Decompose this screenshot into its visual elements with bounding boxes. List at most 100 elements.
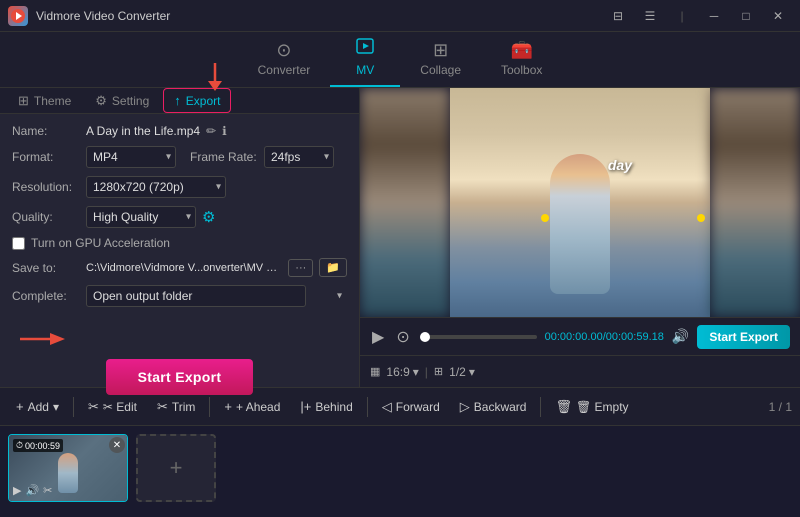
panel-tab-theme-label: Theme [34,94,71,108]
panel-tab-setting[interactable]: ⚙ Setting [85,89,159,113]
trim-label: Trim [172,400,196,414]
edit-label: ✂ Edit [103,400,137,414]
resolution-select[interactable]: 1280x720 (720p) [86,176,226,198]
empty-button[interactable]: 🗑 🗑 Empty [547,395,636,419]
trim-button[interactable]: ✂ Trim [149,395,203,419]
add-button[interactable]: + Add ▾ [8,395,67,418]
volume-icon[interactable]: 🔊 [672,328,689,345]
add-clip-icon: + [170,455,183,481]
path-folder-button[interactable]: 📁 [319,258,347,277]
tab-collage[interactable]: ⊞ Collage [400,36,481,87]
clip-time: ⏱ 00:00:59 [13,439,63,452]
panel-tab-export-label: Export [186,94,221,108]
separator-2 [209,397,210,417]
frame-rate-select[interactable]: 24fps [264,146,334,168]
zoom-button[interactable]: 1/2 ▾ [449,365,475,379]
red-arrow [205,63,225,93]
empty-label: 🗑 Empty [576,400,629,414]
ahead-label: + Ahead [236,400,280,414]
panel-tab-theme[interactable]: ⊞ Theme [8,89,81,113]
tab-toolbox[interactable]: 🧰 Toolbox [481,36,562,87]
name-row: Name: A Day in the Life.mp4 ✏ ℹ [12,124,347,138]
page-info: 1 / 1 [769,400,792,414]
resolution-label: Resolution: [12,180,80,194]
ahead-icon: + [224,399,232,414]
clip-vol-icon[interactable]: 🔊 [25,484,39,497]
theme-grid-icon: ⊞ [18,93,29,109]
clip-close-button[interactable]: ✕ [109,437,125,453]
collage-icon: ⊞ [433,40,448,61]
backward-button[interactable]: ▷ Backward [452,395,535,419]
separator-4 [540,397,541,417]
stop-button[interactable]: ⊙ [394,325,411,349]
clip-play-icon[interactable]: ▶ [13,484,21,497]
zoom-label: 1/2 [449,365,466,379]
tab-toolbox-label: Toolbox [501,63,542,77]
setting-gear-icon: ⚙ [95,93,107,109]
quality-row: Quality: High Quality ⚙ [12,206,347,228]
start-export-button[interactable]: Start Export [106,359,254,395]
resolution-select-wrap: 1280x720 (720p) [86,176,226,198]
add-clip-button[interactable]: + [136,434,216,502]
clock-icon: ⏱ [16,440,23,451]
menu-button[interactable]: ☰ [636,5,664,27]
behind-button[interactable]: |+ Behind [292,395,360,418]
forward-label: Forward [396,400,440,414]
right-arrow-icon [20,329,70,349]
progress-bar[interactable] [420,335,537,339]
mv-icon [355,36,375,61]
edit-scissors-icon: ✂ [88,399,99,415]
video-area: day [360,88,800,317]
ahead-button[interactable]: + + Ahead [216,395,288,418]
tab-collage-label: Collage [420,63,461,77]
backward-icon: ▷ [460,399,470,415]
save-path: C:\Vidmore\Vidmore V...onverter\MV Expor… [86,262,282,274]
timeline-clip: ⏱ 00:00:59 ✕ ▶ 🔊 ✂ [8,434,128,502]
separator-3 [367,397,368,417]
minimize-button[interactable]: ─ [700,5,728,27]
tab-mv-label: MV [356,63,374,77]
complete-select-wrap: Open output folder [86,285,347,307]
person-silhouette [550,154,610,294]
close-button[interactable]: ✕ [764,5,792,27]
info-icon[interactable]: ℹ [222,124,227,138]
complete-row: Complete: Open output folder [12,285,347,307]
path-more-button[interactable]: ··· [288,259,313,277]
zoom-icon: ⊞ [434,365,443,378]
trim-icon: ✂ [157,399,168,415]
zoom-chevron: ▾ [469,365,475,379]
tab-converter[interactable]: ⊙ Converter [238,36,331,87]
start-export-small-button[interactable]: Start Export [697,325,790,349]
name-edit-icon[interactable]: ✏ [206,124,216,138]
aspect-ratio-button[interactable]: 16:9 ▾ [386,365,418,379]
time-display: 00:00:00.00/00:00:59.18 [545,331,664,343]
ratio-controls: ▦ 16:9 ▾ | ⊞ 1/2 ▾ [360,355,800,387]
quality-select[interactable]: High Quality [86,206,196,228]
add-icon: + [16,399,24,414]
complete-select[interactable]: Open output folder [86,285,306,307]
tab-converter-label: Converter [258,63,311,77]
quality-label: Quality: [12,210,80,224]
quality-gear-icon[interactable]: ⚙ [202,208,215,226]
edit-button[interactable]: ✂ ✂ Edit [80,395,145,419]
maximize-button[interactable]: □ [732,5,760,27]
left-panel: ⊞ Theme ⚙ Setting ↑ Export [0,88,360,387]
play-button[interactable]: ▶ [370,325,386,349]
gpu-checkbox[interactable] [12,237,25,250]
clip-time-value: 00:00:59 [25,441,60,451]
save-row: Save to: C:\Vidmore\Vidmore V...onverter… [12,258,347,277]
clip-person [58,453,78,493]
window-controls: ⊟ ☰ | ─ □ ✕ [604,5,792,27]
forward-button[interactable]: ◁ Forward [374,395,448,419]
format-select[interactable]: MP4 [86,146,176,168]
name-label: Name: [12,124,80,138]
name-value: A Day in the Life.mp4 [86,124,200,138]
app-title: Vidmore Video Converter [36,9,170,23]
video-right-blur [710,88,800,317]
forward-icon: ◁ [382,399,392,415]
backward-label: Backward [474,400,527,414]
clip-edit-icon[interactable]: ✂ [43,484,52,497]
progress-thumb [420,332,430,342]
tab-mv[interactable]: MV [330,32,400,87]
chat-button[interactable]: ⊟ [604,5,632,27]
